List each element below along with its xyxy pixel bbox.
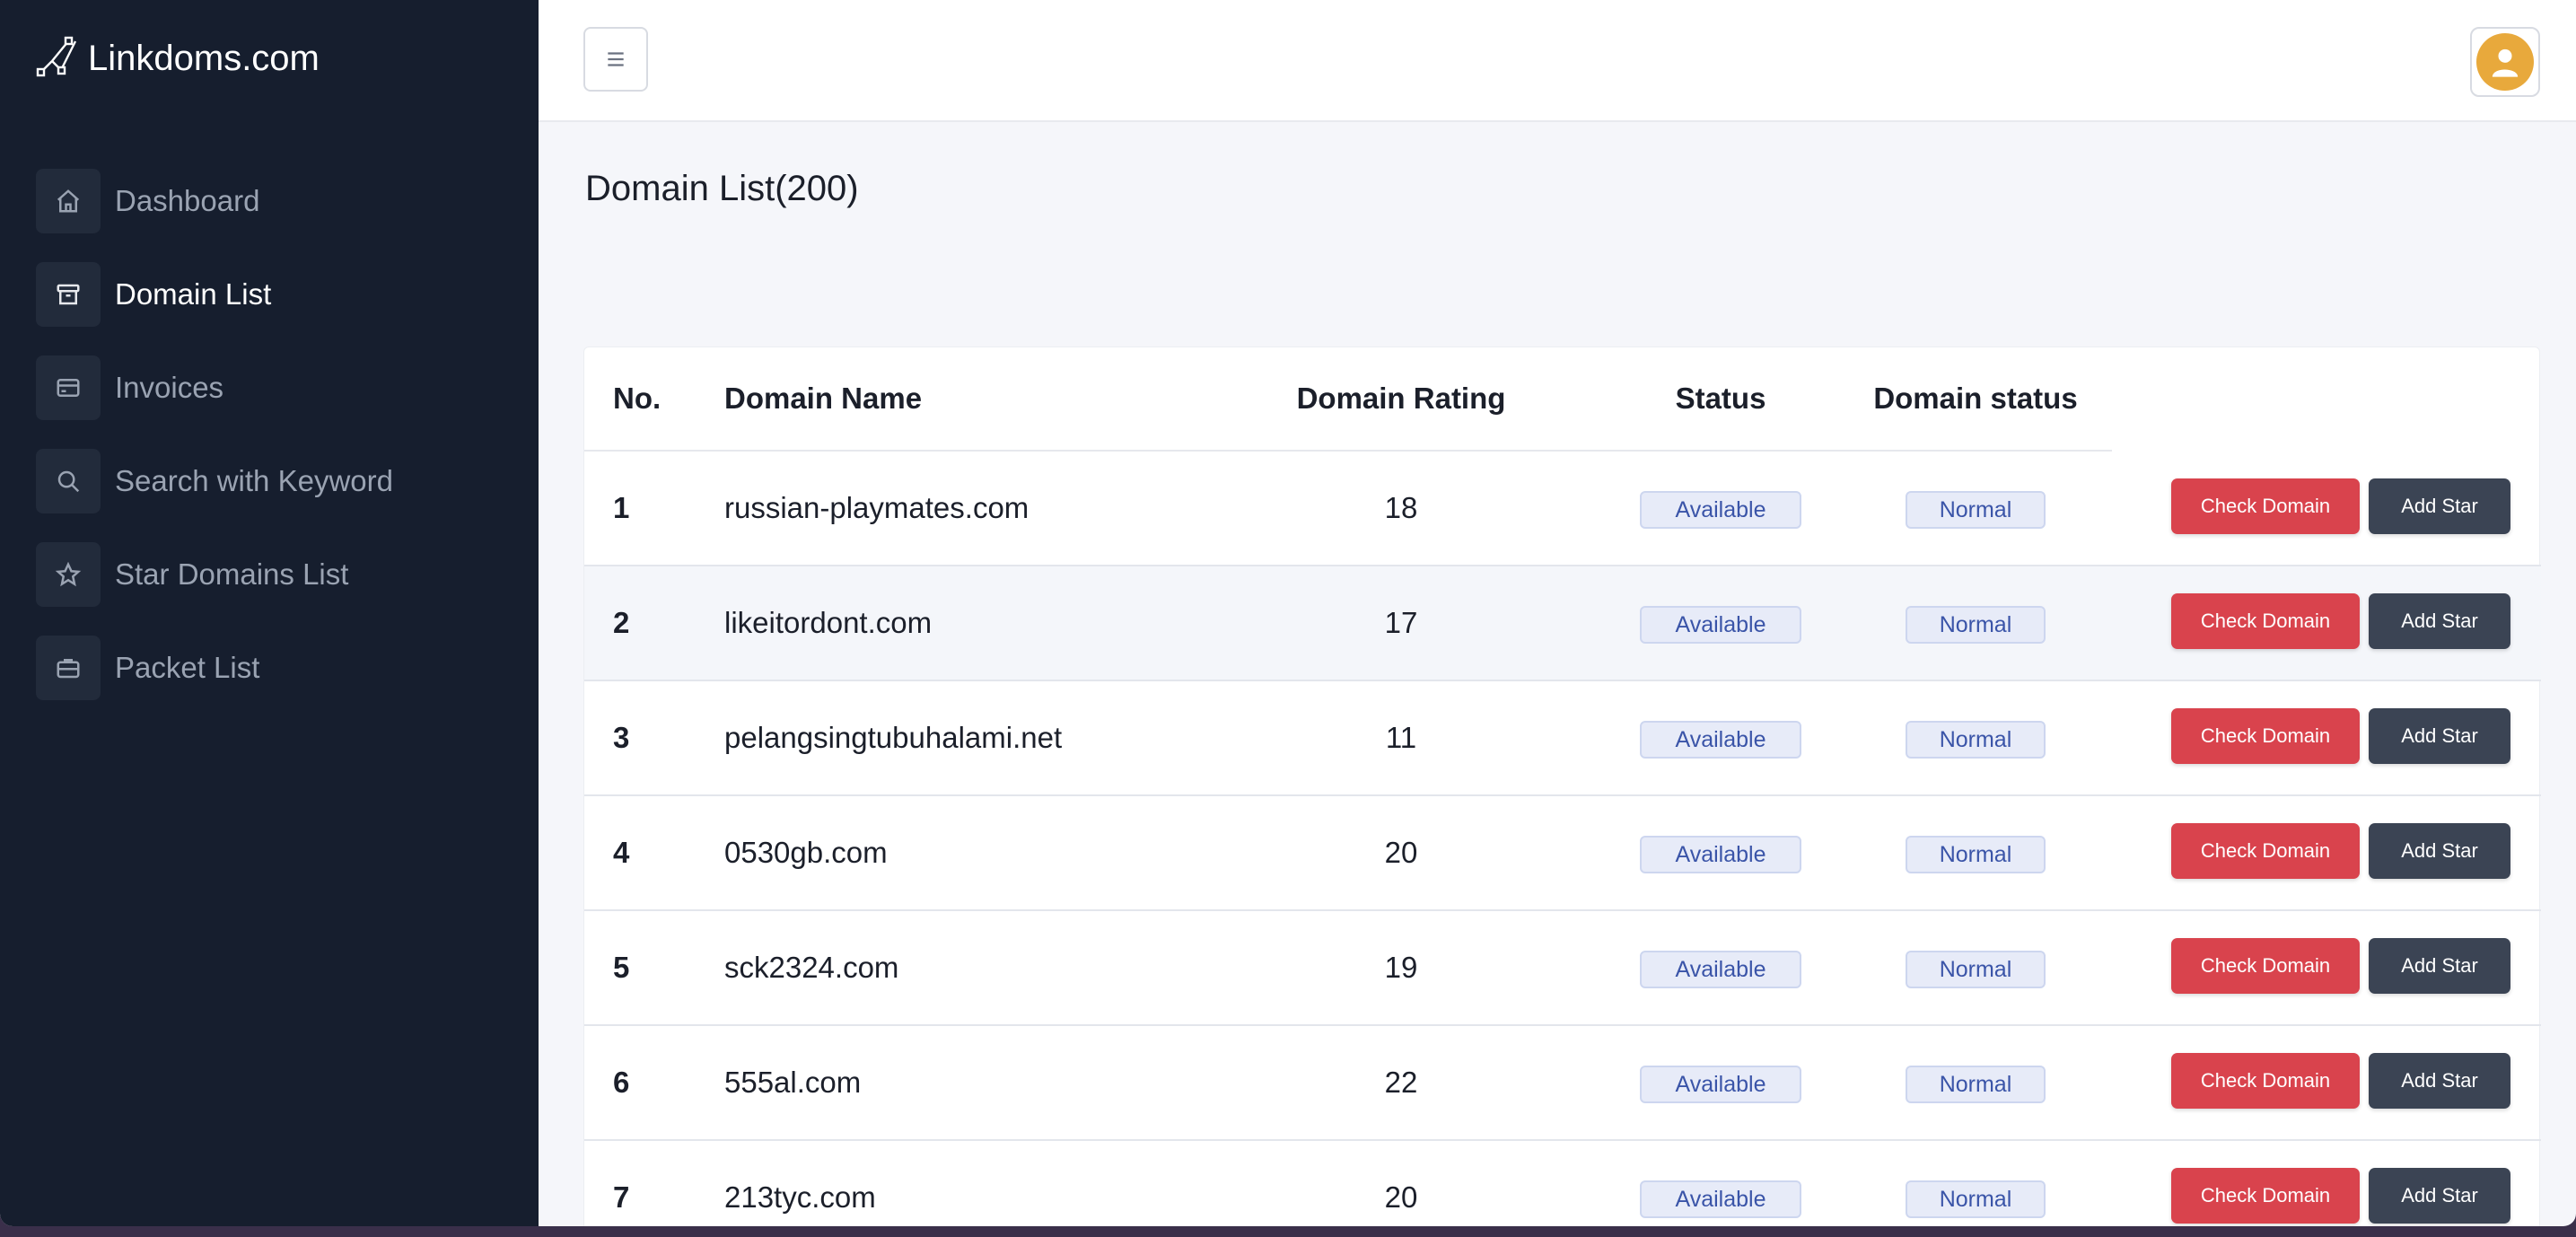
domain-name: sck2324.com [724, 951, 899, 984]
status-badge: Available [1640, 1066, 1801, 1103]
add-star-button[interactable]: Add Star [2369, 478, 2510, 534]
sidebar-item-dashboard[interactable]: Dashboard [36, 169, 503, 233]
sidebar-item-star-domains[interactable]: Star Domains List [36, 542, 503, 607]
sidebar-nav: Dashboard Domain List Invoices Search wi… [36, 169, 503, 729]
row-number: 4 [613, 836, 630, 869]
link-graph-icon [36, 36, 77, 77]
domain-rating: 11 [1385, 721, 1417, 754]
domain-status-badge: Normal [1906, 606, 2046, 644]
domain-status-badge: Normal [1906, 951, 2046, 988]
header-domain-status: Domain status [1873, 382, 2078, 415]
sidebar-item-domain-list[interactable]: Domain List [36, 262, 503, 327]
status-badge: Available [1640, 491, 1801, 529]
briefcase-icon [36, 636, 101, 700]
domain-name: russian-playmates.com [724, 491, 1030, 524]
table-row: 7 213tyc.com 20 Available Normal Check D… [584, 1141, 2541, 1226]
domain-rating: 18 [1384, 491, 1418, 524]
user-menu-button[interactable] [2470, 27, 2540, 97]
add-star-button[interactable]: Add Star [2369, 938, 2510, 994]
avatar [2476, 33, 2534, 91]
check-domain-button[interactable]: Check Domain [2171, 938, 2360, 994]
domain-name: 555al.com [724, 1066, 862, 1099]
status-badge: Available [1640, 721, 1801, 759]
domain-name: pelangsingtubuhalami.net [724, 721, 1063, 754]
sidebar-item-label: Search with Keyword [115, 464, 393, 497]
check-domain-button[interactable]: Check Domain [2171, 478, 2360, 534]
header-no: No. [613, 382, 662, 415]
header-domain-name: Domain Name [724, 382, 923, 415]
sidebar-item-label: Domain List [115, 277, 272, 311]
table-row: 1 russian-playmates.com 18 Available Nor… [584, 452, 2541, 566]
domain-name: 213tyc.com [724, 1180, 876, 1214]
user-avatar-icon [2492, 48, 2519, 77]
row-number: 1 [613, 491, 630, 524]
table-row: 5 sck2324.com 19 Available Normal Check … [584, 911, 2541, 1026]
row-number: 3 [613, 721, 630, 754]
domain-name: likeitordont.com [724, 606, 933, 639]
domain-rating: 19 [1384, 951, 1418, 984]
add-star-button[interactable]: Add Star [2369, 1168, 2510, 1224]
search-icon [36, 449, 101, 513]
domain-status-badge: Normal [1906, 836, 2046, 873]
status-badge: Available [1640, 1180, 1801, 1218]
star-icon [36, 542, 101, 607]
sidebar-item-label: Packet List [115, 651, 260, 684]
domain-status-badge: Normal [1906, 721, 2046, 759]
add-star-button[interactable]: Add Star [2369, 823, 2510, 879]
add-star-button[interactable]: Add Star [2369, 593, 2510, 649]
table-header: No. Domain Name Domain Rating Status Dom… [584, 347, 2541, 452]
sidebar-item-label: Invoices [115, 371, 224, 404]
status-badge: Available [1640, 836, 1801, 873]
status-badge: Available [1640, 951, 1801, 988]
header-domain-rating: Domain Rating [1296, 382, 1506, 415]
brand-logo[interactable]: Linkdoms.com [34, 34, 320, 83]
add-star-button[interactable]: Add Star [2369, 708, 2510, 764]
row-number: 7 [613, 1180, 630, 1214]
domain-name: 0530gb.com [724, 836, 888, 869]
row-number: 6 [613, 1066, 630, 1099]
topbar [539, 0, 2576, 122]
table-row: 4 0530gb.com 20 Available Normal Check D… [584, 796, 2541, 911]
check-domain-button[interactable]: Check Domain [2171, 708, 2360, 764]
sidebar-item-packet-list[interactable]: Packet List [36, 636, 503, 700]
sidebar-item-invoices[interactable]: Invoices [36, 355, 503, 420]
brand-name: Linkdoms.com [88, 38, 320, 78]
credit-card-icon [36, 355, 101, 420]
domain-rating: 20 [1384, 1180, 1418, 1214]
domain-rating: 22 [1384, 1066, 1418, 1099]
check-domain-button[interactable]: Check Domain [2171, 823, 2360, 879]
menu-toggle-button[interactable] [583, 27, 648, 92]
table-row: 2 likeitordont.com 17 Available Normal C… [584, 566, 2541, 681]
check-domain-button[interactable]: Check Domain [2171, 593, 2360, 649]
domain-status-badge: Normal [1906, 491, 2046, 529]
add-star-button[interactable]: Add Star [2369, 1053, 2510, 1109]
row-number: 5 [613, 951, 630, 984]
domain-rating: 20 [1384, 836, 1418, 869]
table-row: 3 pelangsingtubuhalami.net 11 Available … [584, 681, 2541, 796]
sidebar-item-label: Star Domains List [115, 557, 349, 591]
check-domain-button[interactable]: Check Domain [2171, 1053, 2360, 1109]
status-badge: Available [1640, 606, 1801, 644]
domain-status-badge: Normal [1906, 1180, 2046, 1218]
hamburger-icon [608, 52, 624, 66]
row-number: 2 [613, 606, 630, 639]
check-domain-button[interactable]: Check Domain [2171, 1168, 2360, 1224]
sidebar-item-search-keyword[interactable]: Search with Keyword [36, 449, 503, 513]
app-window: Linkdoms.com Dashboard Domain List Invoi… [0, 0, 2576, 1226]
domain-table: No. Domain Name Domain Rating Status Dom… [583, 347, 2541, 1226]
archive-icon [36, 262, 101, 327]
domain-status-badge: Normal [1906, 1066, 2046, 1103]
domain-rating: 17 [1384, 606, 1418, 639]
sidebar-item-label: Dashboard [115, 184, 260, 217]
page-title: Domain List(200) [585, 169, 859, 208]
sidebar: Linkdoms.com Dashboard Domain List Invoi… [0, 0, 539, 1226]
table-row: 6 555al.com 22 Available Normal Check Do… [584, 1026, 2541, 1141]
home-icon [36, 169, 101, 233]
header-status: Status [1675, 382, 1766, 415]
